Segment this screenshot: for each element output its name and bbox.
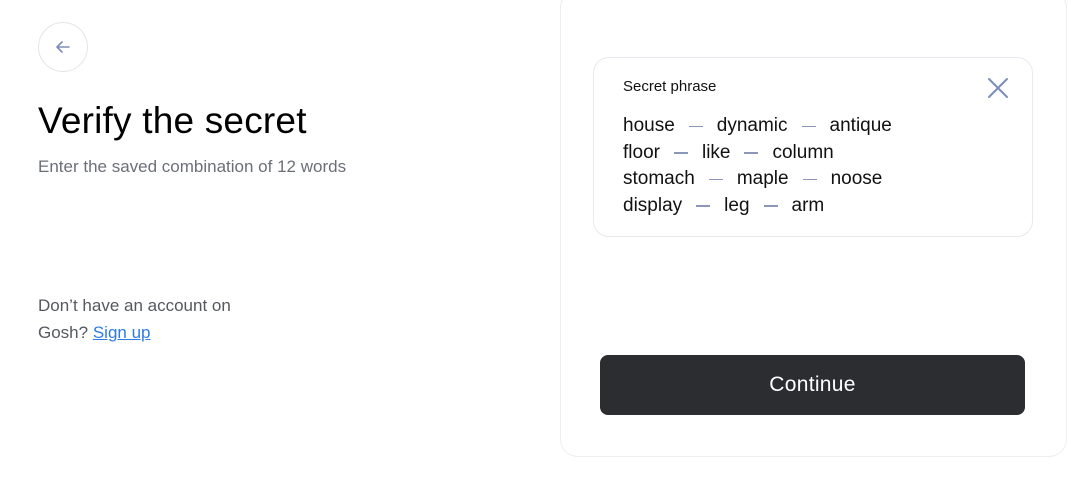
secret-phrase-label: Secret phrase <box>623 78 717 95</box>
secret-phrase-card: Secret phrase house dynamic antique floo… <box>593 57 1033 237</box>
word-separator <box>802 178 817 180</box>
word-row: display leg arm <box>623 193 892 220</box>
secret-words: house dynamic antique floor like column … <box>623 113 892 219</box>
page-subtitle: Enter the saved combination of 12 words <box>38 157 347 176</box>
word-separator <box>696 205 711 207</box>
word: house <box>623 115 675 137</box>
word-separator <box>708 178 723 180</box>
word-separator <box>801 125 816 127</box>
page: Verify the secret Enter the saved combin… <box>0 0 1089 484</box>
signup-link[interactable]: Sign up <box>93 323 151 342</box>
word-separator <box>688 125 703 127</box>
arrow-left-icon <box>56 41 70 53</box>
word: arm <box>791 194 825 216</box>
word: stomach <box>623 168 695 190</box>
continue-button[interactable]: Continue <box>600 355 1025 415</box>
close-icon[interactable] <box>986 76 1010 100</box>
word: like <box>701 141 731 163</box>
word-separator <box>763 205 778 207</box>
word: noose <box>830 168 883 190</box>
word: antique <box>829 115 892 137</box>
page-title: Verify the secret <box>38 100 307 141</box>
word: dynamic <box>716 115 788 137</box>
word: leg <box>724 194 750 216</box>
word-row: house dynamic antique <box>623 113 892 140</box>
signup-prompt: Don’t have an account on Gosh? Sign up <box>38 292 278 346</box>
word-separator <box>744 152 759 154</box>
word: floor <box>623 141 660 163</box>
word: column <box>772 141 834 163</box>
word-row: stomach maple noose <box>623 166 892 193</box>
word-row: floor like column <box>623 140 892 167</box>
word: display <box>623 194 683 216</box>
back-button[interactable] <box>38 22 88 72</box>
word-separator <box>673 152 688 154</box>
word: maple <box>736 168 789 190</box>
